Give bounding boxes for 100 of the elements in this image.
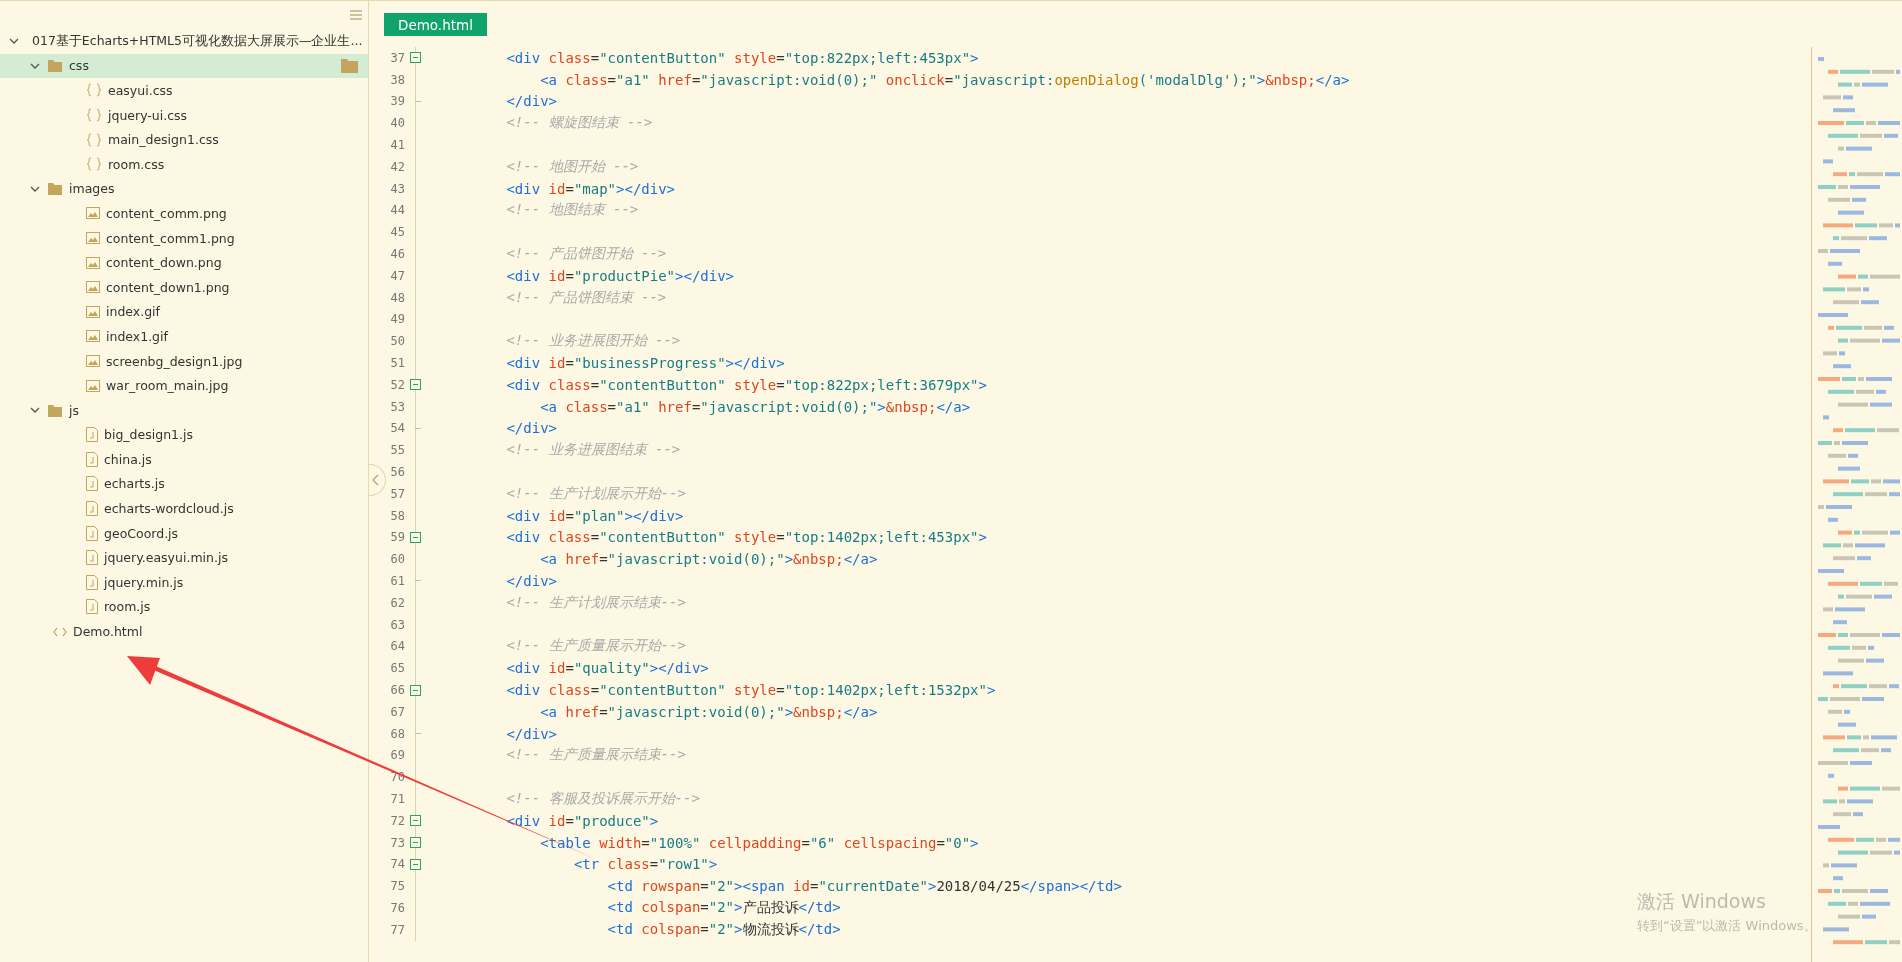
menu-icon[interactable]: [350, 10, 362, 20]
tree-item[interactable]: jquery.easyui.min.js: [0, 545, 368, 571]
line-number: 73: [389, 835, 405, 850]
line-number: 74: [389, 857, 405, 872]
file-name: content_comm1.png: [106, 230, 236, 246]
code-line: <a href="javascript:void(0);">&nbsp;</a>: [540, 703, 878, 720]
line-number: 62: [389, 595, 405, 610]
file-name: Demo.html: [73, 624, 144, 640]
file-name: big_design1.js: [104, 427, 194, 443]
tree-item[interactable]: room.js: [0, 594, 368, 620]
collapse-handle[interactable]: [369, 464, 386, 496]
fold-icon[interactable]: [409, 531, 421, 543]
code-line: <a class="a1" href="javascript:void(0);">&nbsp;</a>: [540, 398, 971, 415]
code-line: </div>: [506, 725, 557, 742]
minimap-drawing[interactable]: [1818, 57, 1900, 945]
tree-item[interactable]: china.js: [0, 447, 368, 472]
tree-item[interactable]: geoCoord.js: [0, 520, 368, 546]
tree-item[interactable]: css: [0, 53, 368, 79]
line-number: 48: [389, 290, 405, 305]
code-line: <a class="a1" href="javascript:void(0);" onclick="javascript:openDialog('modalDlg');">&nbsp;</a>: [540, 71, 1350, 88]
line-number: 64: [389, 639, 405, 654]
tree-item[interactable]: big_design1.js: [0, 422, 368, 448]
line-number: 54: [389, 421, 405, 436]
line-number: 55: [389, 443, 405, 458]
tree-item[interactable]: images: [0, 176, 368, 202]
line-number: 58: [389, 508, 405, 523]
line-number: 75: [389, 879, 405, 894]
fold-icon[interactable]: [409, 379, 421, 391]
image-file-icon: [86, 281, 100, 294]
file-name: jquery.easyui.min.js: [104, 550, 229, 566]
tree-item[interactable]: content_down1.png: [0, 274, 368, 300]
fold-icon[interactable]: [409, 52, 421, 64]
file-name: easyui.css: [108, 83, 174, 98]
tree-item[interactable]: js: [0, 397, 368, 423]
code-line: <td colspan="2">产品投诉</td>: [607, 898, 841, 917]
image-file-icon: [86, 256, 100, 269]
code-line: <tr class="row1">: [573, 856, 718, 873]
file-name: echarts.js: [104, 476, 166, 492]
fold-icon[interactable]: [409, 815, 421, 827]
tree-item[interactable]: jquery.min.js: [0, 570, 368, 595]
tree-item[interactable]: main_design1.css: [0, 127, 368, 152]
script-file-icon: [86, 525, 98, 541]
code-line: <!-- 客服及投诉展示开始-->: [506, 790, 700, 808]
code-line: <div class="contentButton" style="top:1402px;left:1532px">: [506, 682, 996, 698]
line-number: 38: [389, 72, 405, 87]
file-name: jquery-ui.css: [108, 107, 189, 123]
script-file-icon: [86, 451, 98, 467]
code-line: <a href="javascript:void(0);">&nbsp;</a>: [540, 551, 878, 568]
line-number: 59: [389, 530, 405, 545]
folder-icon[interactable]: [341, 58, 358, 73]
braces-icon: [86, 157, 102, 172]
image-file-icon: [86, 379, 100, 392]
script-file-icon: [86, 427, 98, 443]
tree-item[interactable]: index.gif: [0, 299, 368, 325]
image-file-icon: [86, 305, 100, 318]
line-number: 72: [389, 813, 405, 828]
file-name: screenbg_design1.jpg: [106, 353, 244, 369]
tree-item[interactable]: echarts.js: [0, 471, 368, 497]
tree-item[interactable]: screenbg_design1.jpg: [0, 348, 368, 374]
line-number: 47: [389, 268, 405, 283]
fold-icon[interactable]: [409, 858, 421, 870]
code-brackets-icon: [53, 626, 67, 637]
code-line: <div class="contentButton" style="top:1402px;left:453px">: [506, 529, 987, 546]
code-line: <!-- 生产计划展示结束-->: [506, 593, 686, 612]
tree-item[interactable]: Demo.html: [0, 619, 368, 644]
tree-item[interactable]: jquery-ui.css: [0, 102, 368, 128]
line-number: 49: [389, 312, 405, 327]
tree-item[interactable]: content_comm.png: [0, 201, 368, 226]
tree-item[interactable]: index1.gif: [0, 324, 368, 349]
tree-item[interactable]: war_room_main.jpg: [0, 373, 368, 398]
line-number: 67: [389, 704, 405, 719]
code-line: <!-- 生产质量展示结束-->: [506, 746, 686, 765]
tree-item[interactable]: content_down.png: [0, 250, 368, 275]
file-name: geoCoord.js: [104, 525, 180, 541]
tree-item[interactable]: room.css: [0, 151, 368, 177]
fold-icon[interactable]: [409, 837, 421, 849]
tree-item[interactable]: easyui.css: [0, 78, 368, 103]
file-name: images: [69, 181, 116, 197]
activation-message: 转到“设置”以激活 Windows。: [1637, 917, 1817, 935]
line-number: 63: [389, 617, 405, 632]
code-line: <!-- 产品饼图结束 -->: [506, 288, 667, 307]
line-number: 69: [389, 748, 405, 763]
braces-icon: [86, 83, 102, 98]
line-number: 39: [389, 94, 405, 109]
line-number: 40: [389, 116, 405, 131]
code-line: </div>: [506, 573, 557, 589]
line-number: 71: [389, 792, 405, 806]
tree-item[interactable]: 017基于Echarts+HTML5可视化数据大屏展示—企业生...: [0, 29, 368, 54]
code-line: <!-- 产品饼图开始 -->: [506, 245, 667, 264]
fold-icon[interactable]: [409, 684, 421, 696]
tree-item[interactable]: echarts-wordcloud.js: [0, 496, 368, 521]
tree-item[interactable]: content_comm1.png: [0, 225, 368, 251]
folder-icon: [47, 403, 63, 417]
line-number: 68: [389, 726, 405, 741]
braces-icon: [86, 108, 102, 123]
image-file-icon: [86, 330, 100, 343]
file-name: 017基于Echarts+HTML5可视化数据大屏展示—企业生...: [32, 32, 363, 50]
code-line: <table width="100%" cellpadding="6" cellspacing="0">: [540, 834, 979, 851]
code-line: <!-- 螺旋图结束 -->: [506, 114, 653, 133]
code-line: </div>: [506, 93, 557, 110]
